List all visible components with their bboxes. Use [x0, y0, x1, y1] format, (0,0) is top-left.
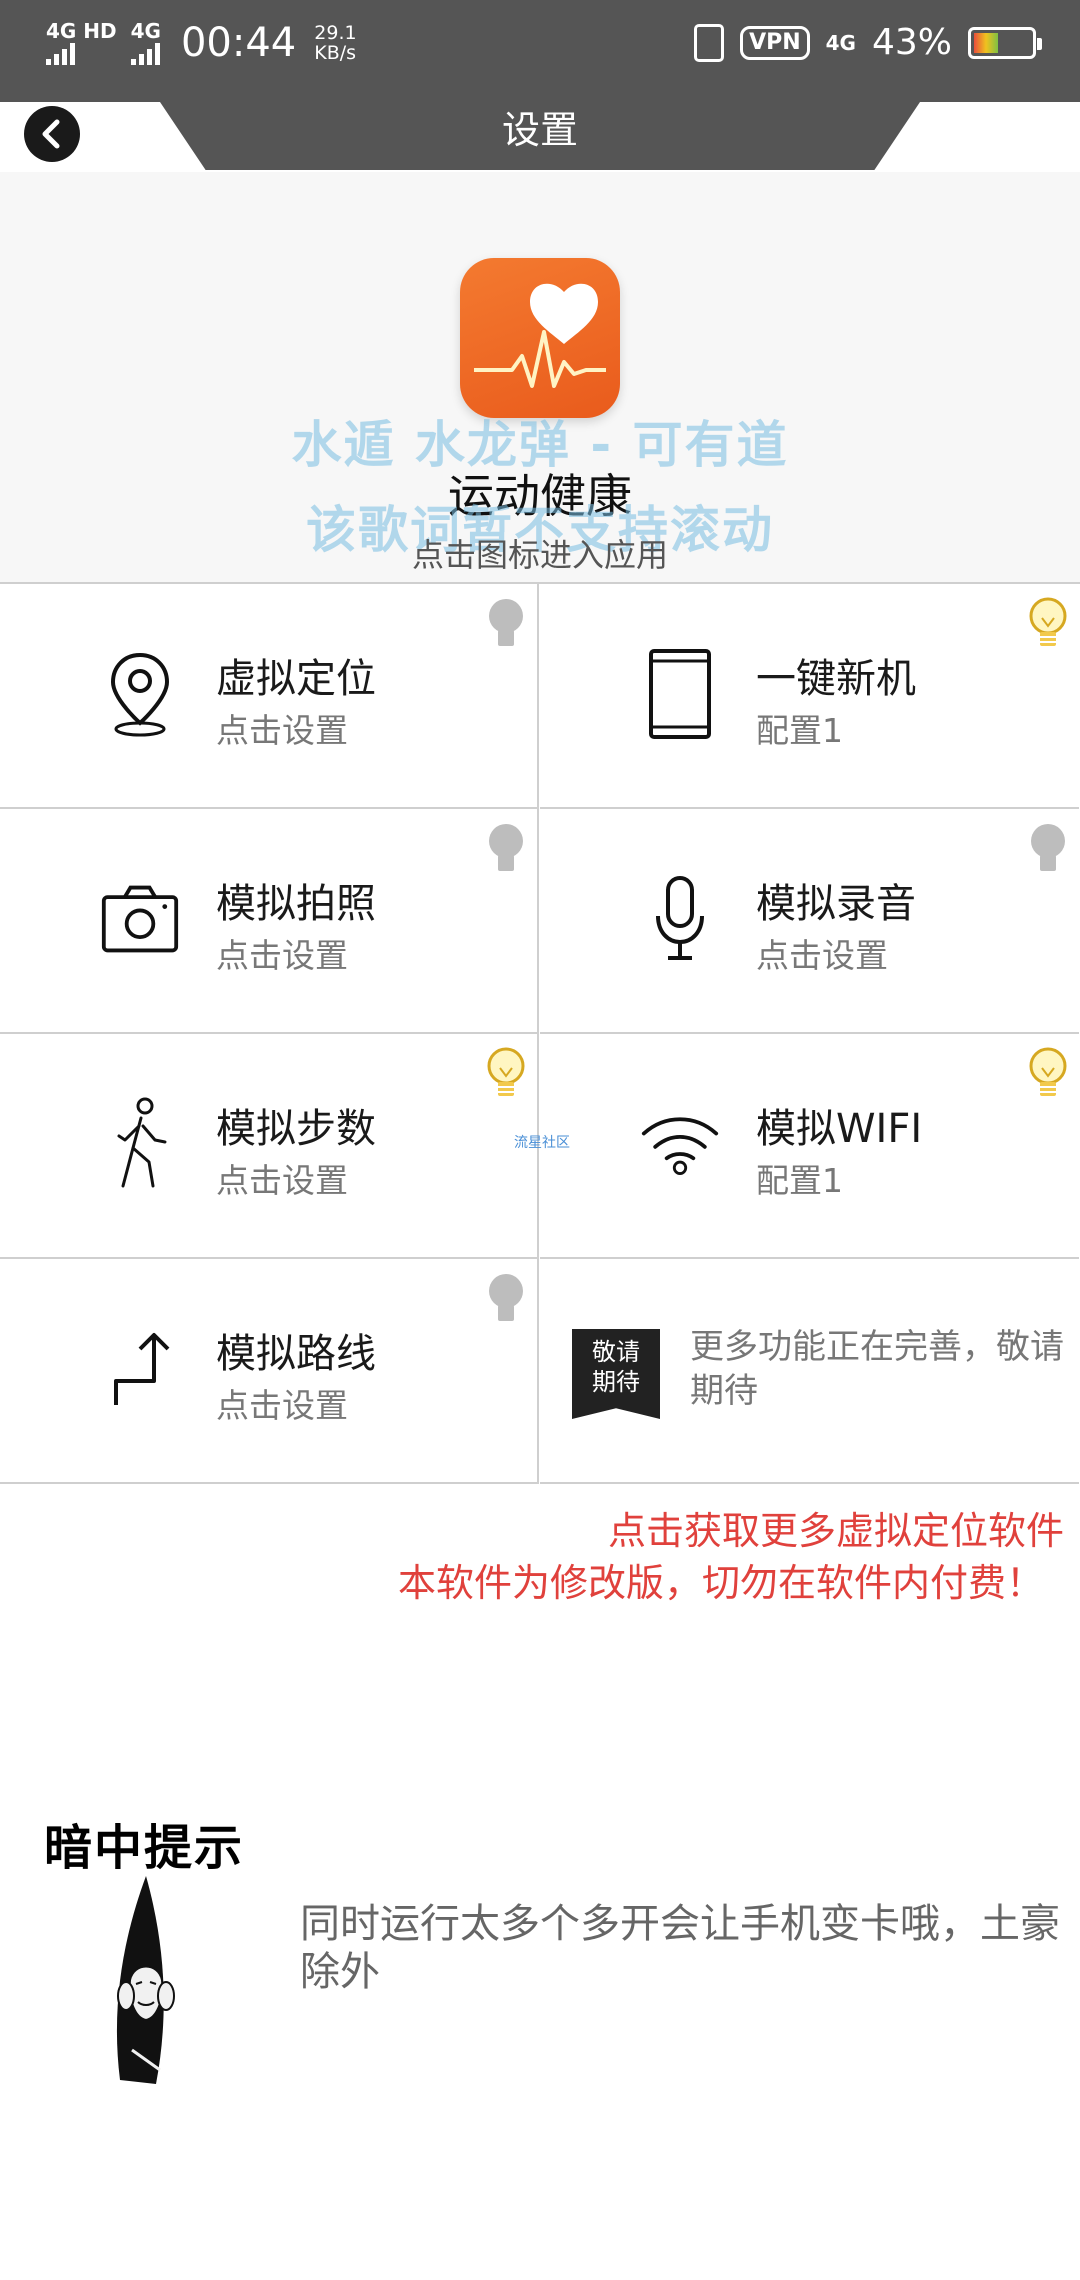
back-button[interactable]	[24, 106, 80, 162]
feature-simulate-photo[interactable]: 模拟拍照 点击设置	[0, 809, 539, 1034]
feature-title: 模拟WIFI	[756, 1106, 923, 1152]
signal-indicator-2: 4G	[130, 19, 161, 65]
feature-subtitle: 点击设置	[216, 711, 348, 750]
feature-simulate-route[interactable]: 模拟路线 点击设置	[0, 1259, 539, 1484]
paid-warning-text: 本软件为修改版，切勿在软件内付费！	[397, 1561, 1044, 1605]
feature-title: 模拟步数	[216, 1106, 376, 1152]
camera-icon	[101, 885, 179, 953]
coming-soon-cell: 敬请 期待 更多功能正在完善，敬请期待	[540, 1259, 1079, 1484]
bulb-on-icon	[1029, 597, 1067, 646]
badge-line1: 敬请	[592, 1338, 640, 1366]
tip-text: 同时运行太多个多开会让手机变卡哦，土豪除外	[300, 1901, 1060, 1995]
peeking-man-illustration	[116, 1876, 175, 2084]
feature-subtitle: 点击设置	[756, 936, 888, 975]
bulb-off-icon	[1031, 824, 1065, 871]
signal-bars-icon	[46, 43, 75, 65]
signal-bars-icon	[130, 43, 160, 65]
bulb-off-icon	[489, 1274, 523, 1321]
battery-icon	[968, 26, 1042, 59]
location-pin-icon	[110, 652, 170, 737]
bulb-off-icon	[489, 599, 523, 646]
status-bar: 4G HD 4G 00:44 29.1 KB/s VPN 4G 43%	[0, 0, 1080, 102]
coming-soon-badge: 敬请 期待	[572, 1329, 660, 1419]
feature-title: 一键新机	[756, 656, 916, 702]
feature-title: 虚拟定位	[216, 656, 376, 702]
vpn-badge: VPN	[740, 25, 810, 60]
clock: 00:44	[180, 20, 297, 66]
network-speed: 29.1 KB/s	[314, 23, 356, 63]
feature-simulate-steps[interactable]: 模拟步数 点击设置	[0, 1034, 539, 1259]
feature-virtual-location[interactable]: 虚拟定位 点击设置	[0, 584, 539, 809]
feature-one-key-new-phone[interactable]: 一键新机 配置1	[540, 584, 1079, 809]
heart-pulse-icon	[474, 283, 606, 388]
speed-unit: KB/s	[314, 42, 357, 64]
app-hint: 点击图标进入应用	[411, 536, 668, 574]
feature-subtitle: 点击设置	[216, 1161, 348, 1200]
tiny-watermark: 流星社区	[514, 1135, 570, 1151]
wifi-icon	[641, 1117, 719, 1175]
route-arrow-icon	[114, 1333, 170, 1405]
tip-title: 暗中提示	[44, 1820, 245, 1876]
walking-person-icon	[117, 1097, 167, 1188]
signal-indicator-1: 4G HD	[46, 21, 117, 65]
back-arrow-icon	[42, 119, 60, 149]
feature-subtitle: 配置1	[756, 711, 843, 750]
phone-outline-icon	[649, 649, 711, 739]
coming-soon-text: 更多功能正在完善，敬请期待	[690, 1327, 1064, 1411]
bulb-on-icon	[487, 1047, 525, 1096]
more-software-link[interactable]: 点击获取更多虚拟定位软件	[608, 1500, 1064, 1555]
bulb-on-icon	[1029, 1047, 1067, 1096]
page-title: 设置	[501, 108, 578, 152]
vibrate-icon	[694, 23, 725, 62]
battery-fill	[974, 32, 999, 53]
feature-subtitle: 配置1	[756, 1161, 843, 1200]
feature-subtitle: 点击设置	[216, 1386, 348, 1425]
feature-simulate-wifi[interactable]: 模拟WIFI 配置1	[540, 1034, 1079, 1259]
speed-value: 29.1	[314, 22, 357, 44]
mobile-data-icon: 4G	[825, 30, 856, 55]
feature-subtitle: 点击设置	[216, 936, 348, 975]
bulb-off-icon	[489, 824, 523, 871]
feature-title: 模拟路线	[216, 1331, 376, 1377]
battery-percent: 43%	[871, 22, 952, 63]
feature-title: 模拟拍照	[216, 881, 376, 927]
signal2-label: 4G	[130, 19, 161, 43]
feature-simulate-recording[interactable]: 模拟录音 点击设置	[540, 809, 1079, 1034]
signal1-label: 4G HD	[46, 19, 117, 43]
app-icon[interactable]	[460, 258, 620, 418]
feature-title: 模拟录音	[756, 881, 916, 927]
badge-line2: 期待	[592, 1368, 640, 1396]
microphone-icon	[656, 876, 704, 960]
feature-grid: 虚拟定位 点击设置 一键新机 配置1 模拟拍照 点击设置 模拟录音 点击设置 模…	[0, 582, 1080, 1484]
